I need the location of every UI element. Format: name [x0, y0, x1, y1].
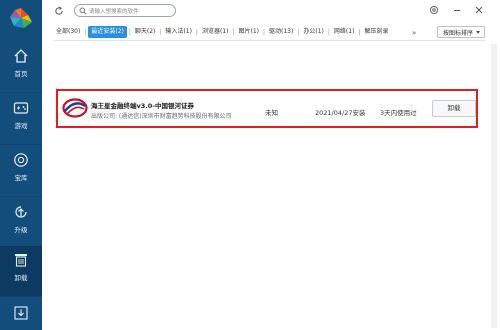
tab-chat[interactable]: 聊天(2): [133, 26, 158, 38]
app-list-item[interactable]: 海王星金融终端v3.0-中国银河证券 出版公司: (通达信)深圳市财富趋势科技股…: [56, 89, 478, 128]
tab-drivers[interactable]: 驱动(13): [267, 26, 295, 38]
sidebar-item-label: 卸载: [14, 274, 28, 282]
search-placeholder: 请输入想搜索的软件: [89, 9, 139, 15]
category-tabs: 全部(30) | 最近安装(2) | 聊天(2) | 输入法(1) | 浏览器(…: [54, 26, 390, 38]
tab-office[interactable]: 办公(1): [301, 26, 326, 38]
sidebar-item-label: 升级: [14, 226, 28, 234]
search-icon: [79, 7, 87, 15]
sidebar: 首页 游戏 宝库 升级 卸载: [0, 0, 42, 330]
download-icon: [14, 306, 28, 320]
chevron-down-icon: [476, 31, 480, 34]
sidebar-item-uninstall[interactable]: 卸载: [0, 246, 42, 296]
app-size: 未知: [265, 109, 278, 117]
home-icon: [14, 49, 28, 63]
app-name: 海王星金融终端v3.0-中国银河证券: [91, 102, 194, 110]
divider: [54, 40, 485, 41]
sidebar-item-label: 宝库: [14, 174, 28, 182]
download-manager-button[interactable]: [0, 296, 42, 330]
settings-icon[interactable]: [429, 5, 439, 15]
uninstall-button[interactable]: 卸载: [432, 100, 476, 117]
gamepad-icon: [13, 102, 29, 114]
sidebar-item-label: 游戏: [14, 122, 28, 130]
upgrade-icon: [15, 206, 27, 218]
app-last-used: 3天内使用过: [380, 109, 417, 117]
tab-compression[interactable]: 解压刻录: [362, 26, 390, 38]
treasure-icon: [14, 153, 28, 167]
sidebar-item-upgrade[interactable]: 升级: [0, 198, 42, 248]
search-box[interactable]: 请输入想搜索的软件: [74, 4, 176, 17]
tab-recently-installed[interactable]: 最近安装(2): [88, 26, 127, 38]
sidebar-item-label: 首页: [14, 70, 28, 78]
refresh-icon[interactable]: [54, 6, 64, 16]
sidebar-item-treasure[interactable]: 宝库: [0, 146, 42, 196]
scrollbar[interactable]: [491, 44, 497, 328]
tab-all[interactable]: 全部(30): [54, 26, 82, 38]
tab-input-method[interactable]: 输入法(1): [163, 26, 194, 38]
app-install-date: 2021/04/27安装: [315, 109, 366, 117]
tab-images[interactable]: 图片(1): [236, 26, 261, 38]
close-icon[interactable]: [474, 5, 484, 15]
trash-icon: [15, 254, 27, 267]
sort-dropdown[interactable]: 按图标排序: [437, 26, 485, 38]
tab-network[interactable]: 网络(1): [332, 26, 357, 38]
minimize-icon[interactable]: [452, 5, 462, 15]
app-publisher: 出版公司: (通达信)深圳市财富趋势科技股份有限公司: [91, 113, 232, 120]
more-tabs-button[interactable]: »: [412, 29, 416, 37]
top-bar: 请输入想搜索的软件: [42, 0, 500, 22]
app-icon: [62, 98, 88, 118]
app-logo-icon: [10, 8, 32, 28]
sidebar-item-games[interactable]: 游戏: [0, 94, 42, 144]
sort-label: 按图标排序: [443, 30, 474, 37]
tab-browser[interactable]: 浏览器(1): [200, 26, 231, 38]
sidebar-item-home[interactable]: 首页: [0, 42, 42, 92]
